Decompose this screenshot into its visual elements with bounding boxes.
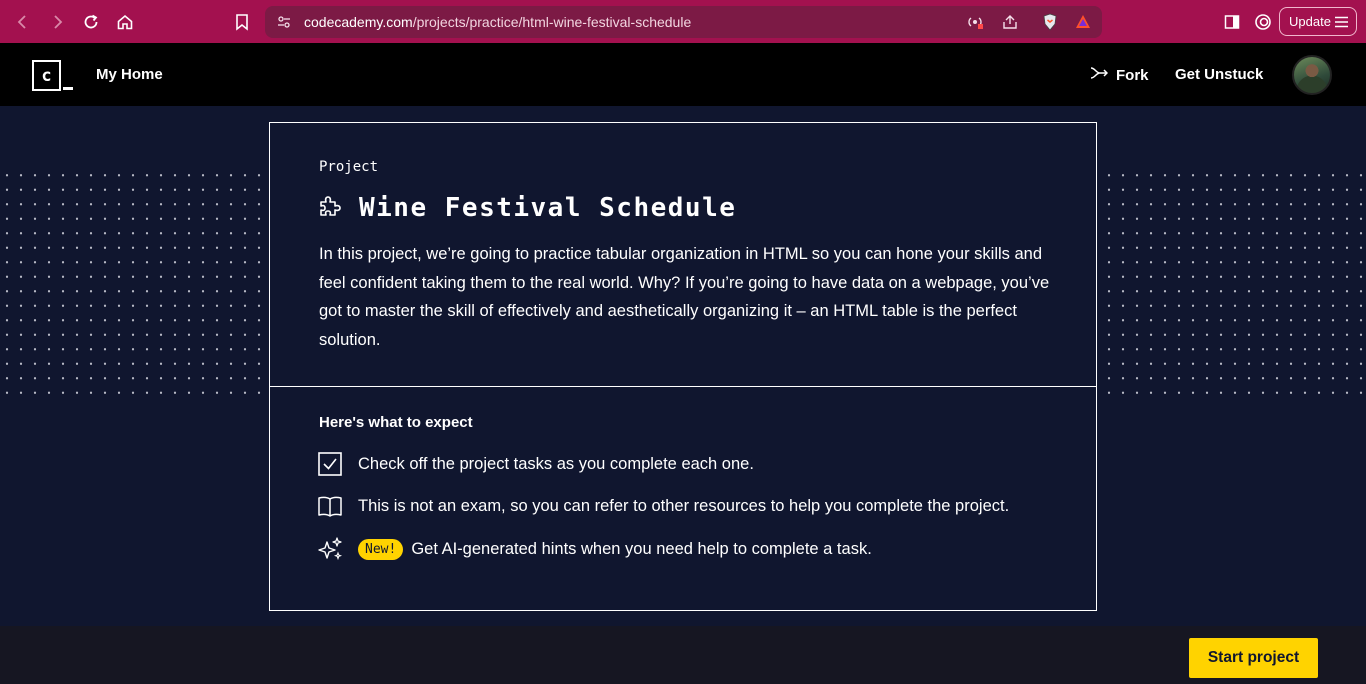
- reload-icon[interactable]: [79, 10, 103, 34]
- project-label: Project: [319, 159, 379, 175]
- expect-heading: Here's what to expect: [319, 414, 473, 431]
- fork-icon: [1090, 65, 1109, 85]
- broadcast-icon[interactable]: [965, 12, 985, 32]
- project-title: Wine Festival Schedule: [359, 193, 737, 223]
- avatar[interactable]: [1292, 55, 1332, 95]
- brave-shield-icon[interactable]: [1040, 12, 1060, 32]
- update-label: Update: [1289, 14, 1331, 29]
- dot-pattern-left: [0, 168, 262, 400]
- get-unstuck-button[interactable]: Get Unstuck: [1175, 66, 1263, 83]
- book-icon: [317, 493, 343, 519]
- my-home-link[interactable]: My Home: [96, 66, 163, 83]
- list-item: New! Get AI-generated hints when you nee…: [317, 536, 872, 562]
- back-icon[interactable]: [11, 10, 35, 34]
- list-item: Check off the project tasks as you compl…: [317, 451, 754, 477]
- dot-pattern-right: [1102, 168, 1366, 400]
- bookmark-icon[interactable]: [230, 10, 254, 34]
- project-description: In this project, we’re going to practice…: [319, 245, 1050, 349]
- footer-bar: Start project: [0, 626, 1366, 684]
- site-settings-icon[interactable]: [274, 12, 294, 32]
- logo-box: c: [32, 60, 61, 91]
- project-card: Project Wine Festival Schedule In this p…: [269, 122, 1097, 611]
- browser-toolbar: codecademy.com/projects/practice/html-wi…: [0, 0, 1366, 43]
- sparkle-icon: [317, 536, 343, 562]
- sidebar-icon[interactable]: [1220, 10, 1244, 34]
- expectation-text: This is not an exam, so you can refer to…: [358, 496, 1010, 515]
- card-divider: [270, 386, 1096, 387]
- home-icon[interactable]: [113, 10, 137, 34]
- site-header: c My Home Fork Get Unstuck: [0, 43, 1366, 106]
- update-button[interactable]: Update: [1279, 7, 1357, 36]
- start-project-button[interactable]: Start project: [1189, 638, 1318, 678]
- expectation-text: Get AI-generated hints when you need hel…: [411, 539, 872, 558]
- list-item: This is not an exam, so you can refer to…: [317, 493, 1009, 519]
- url-text: codecademy.com/projects/practice/html-wi…: [304, 14, 692, 30]
- puzzle-icon: [317, 193, 343, 219]
- address-bar[interactable]: codecademy.com/projects/practice/html-wi…: [265, 6, 1102, 38]
- expectation-text: Check off the project tasks as you compl…: [358, 454, 754, 473]
- logo-underscore: [63, 87, 73, 90]
- share-icon[interactable]: [1000, 12, 1020, 32]
- new-badge: New!: [358, 538, 404, 560]
- fork-button[interactable]: Fork: [1090, 65, 1149, 85]
- codecademy-logo[interactable]: c: [32, 60, 73, 91]
- forward-icon[interactable]: [45, 10, 69, 34]
- menu-icon: [1335, 16, 1348, 31]
- fork-label: Fork: [1116, 66, 1149, 84]
- leo-ai-icon[interactable]: [1251, 10, 1275, 34]
- rewards-icon[interactable]: [1073, 12, 1093, 32]
- checkbox-icon: [317, 451, 343, 477]
